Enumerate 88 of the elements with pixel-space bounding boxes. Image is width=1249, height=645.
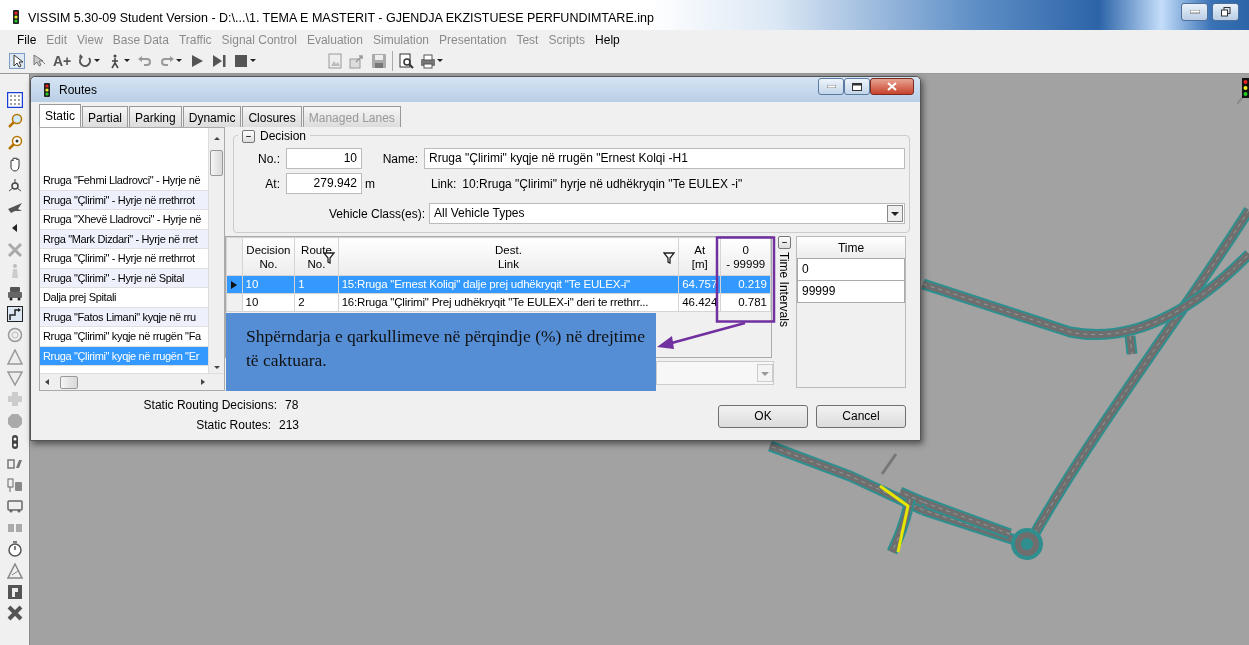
name-field[interactable]: Rruga "Çlirimi" kyqje në rrugën "Ernest Kolqi -H1: [424, 148, 905, 169]
unit-label: m: [365, 175, 375, 193]
traffic-light-icon: [1237, 78, 1249, 104]
vehicle-class-dropdown[interactable]: All Vehicle Types: [429, 203, 905, 224]
node-icon[interactable]: [6, 177, 23, 194]
text-tool-button[interactable]: A+: [52, 51, 73, 71]
table-cell: 0: [797, 258, 905, 281]
tab[interactable]: Partial: [82, 106, 129, 127]
car-icon[interactable]: [6, 284, 23, 301]
field-label: Vehicle Class(es):: [327, 205, 425, 223]
collapse-button[interactable]: [242, 129, 255, 143]
zoom-icon[interactable]: [6, 113, 23, 130]
table-cell: 2: [294, 293, 339, 312]
menu-item[interactable]: Help: [590, 30, 625, 49]
field-label: Link:: [431, 175, 457, 193]
minimize-button[interactable]: [1181, 3, 1208, 21]
minimize-icon: [1189, 10, 1200, 14]
restore-icon: [1220, 7, 1231, 17]
stat-label: Static Routing Decisions:: [142, 397, 277, 414]
group-label: Decision: [260, 128, 307, 145]
column-header[interactable]: Dest. Link: [338, 237, 679, 276]
close-icon: [887, 82, 897, 91]
field-label: Name:: [381, 150, 418, 168]
position-field[interactable]: 279.942: [286, 173, 362, 194]
dropdown-field[interactable]: [656, 361, 774, 385]
rotate-icon[interactable]: [77, 53, 94, 69]
section-label: Time Intervals: [776, 252, 792, 327]
collapse-button[interactable]: [777, 236, 791, 249]
cross-icon[interactable]: [6, 605, 23, 622]
minimize-icon: [826, 85, 836, 88]
table-cell: 0.781: [720, 293, 771, 312]
save-icon[interactable]: [371, 53, 388, 69]
maximize-button[interactable]: [844, 78, 870, 95]
bus-stop-icon[interactable]: [6, 477, 23, 494]
filter-icon[interactable]: [663, 252, 676, 264]
window-title: VISSIM 5.30-09 Student Version - D:\...\1. TEMA E MASTERIT - GJENDJA EKZISTUESE PERFUNDIMTARE.inp: [28, 10, 654, 27]
scroll-thumb[interactable]: [210, 150, 223, 176]
zoom-help-icon[interactable]: [6, 134, 23, 151]
route-icon[interactable]: [6, 305, 23, 322]
minus-icon: [780, 242, 788, 243]
preview-icon[interactable]: [398, 53, 415, 69]
number-field[interactable]: 10: [286, 148, 362, 169]
tab[interactable]: Static: [39, 104, 81, 127]
close-button[interactable]: [870, 78, 914, 95]
stop-icon[interactable]: [233, 53, 250, 69]
tab[interactable]: Dynamic: [182, 106, 242, 127]
select-icon[interactable]: [9, 53, 25, 69]
field-label: No.:: [257, 150, 280, 168]
maximize-icon: [852, 82, 862, 91]
triangle-icon[interactable]: [6, 562, 23, 579]
list-item[interactable]: Rruga "Fatos Limani" kyqje në rru: [40, 307, 208, 327]
stat-value: 213: [278, 417, 299, 434]
step-icon[interactable]: [211, 53, 228, 69]
stat-value: 78: [285, 397, 299, 414]
tab[interactable]: Parking: [129, 106, 182, 127]
field-label: At:: [264, 175, 280, 193]
scroll-thumb[interactable]: [60, 375, 78, 389]
restore-button[interactable]: [1212, 3, 1239, 21]
column-header[interactable]: Time: [797, 237, 905, 259]
column-header[interactable]: Decision No.: [242, 237, 295, 276]
tab[interactable]: Closures: [242, 106, 302, 127]
cancel-button[interactable]: Cancel: [816, 404, 906, 428]
table-cell: 46.424: [678, 293, 721, 312]
list-item[interactable]: Rruga "Çlirimi" - Hyrje në rrethrrot: [40, 190, 208, 210]
minus-icon: [245, 135, 252, 137]
link-text: 10:Rruga "Çlirimi" hyrje në udhëkryqin "Te EULEX -i": [462, 175, 743, 193]
stopwatch-icon[interactable]: [6, 541, 23, 558]
menu-item[interactable]: File: [12, 30, 42, 49]
list-item[interactable]: Rruga "Çlirimi" - Hyrje në Spital: [40, 268, 208, 288]
horizontal-scrollbar[interactable]: [40, 373, 224, 390]
column-header[interactable]: 0 - 99999: [720, 237, 771, 276]
callout-text: Shpërndarja e qarkullimeve në përqindje (%) në drejtime të caktuara.: [226, 313, 656, 391]
dropdown-caret-icon[interactable]: [887, 205, 903, 222]
vertical-scrollbar[interactable]: [208, 128, 224, 374]
table-cell: 16:Rruga "Çlirimi" Prej udhëkryqit "Te EULEX-i" deri te rrethrr...: [338, 293, 679, 312]
dialog-title: Routes: [59, 81, 98, 99]
printer-icon[interactable]: [420, 53, 437, 69]
bus-icon[interactable]: [6, 498, 23, 515]
table-cell: 99999: [797, 280, 905, 303]
row-pointer-icon: [230, 279, 238, 290]
multi-select-icon[interactable]: [31, 53, 47, 69]
stat-label: Static Routes:: [195, 417, 271, 434]
column-header[interactable]: At [m]: [678, 237, 721, 276]
list-item[interactable]: Rrga "Mark Dizdari" - Hyrje në rret: [40, 229, 208, 249]
minimize-button[interactable]: [818, 78, 844, 95]
select-area-icon[interactable]: [6, 92, 23, 108]
ok-button[interactable]: OK: [718, 404, 808, 428]
table-cell: 10: [242, 293, 295, 312]
